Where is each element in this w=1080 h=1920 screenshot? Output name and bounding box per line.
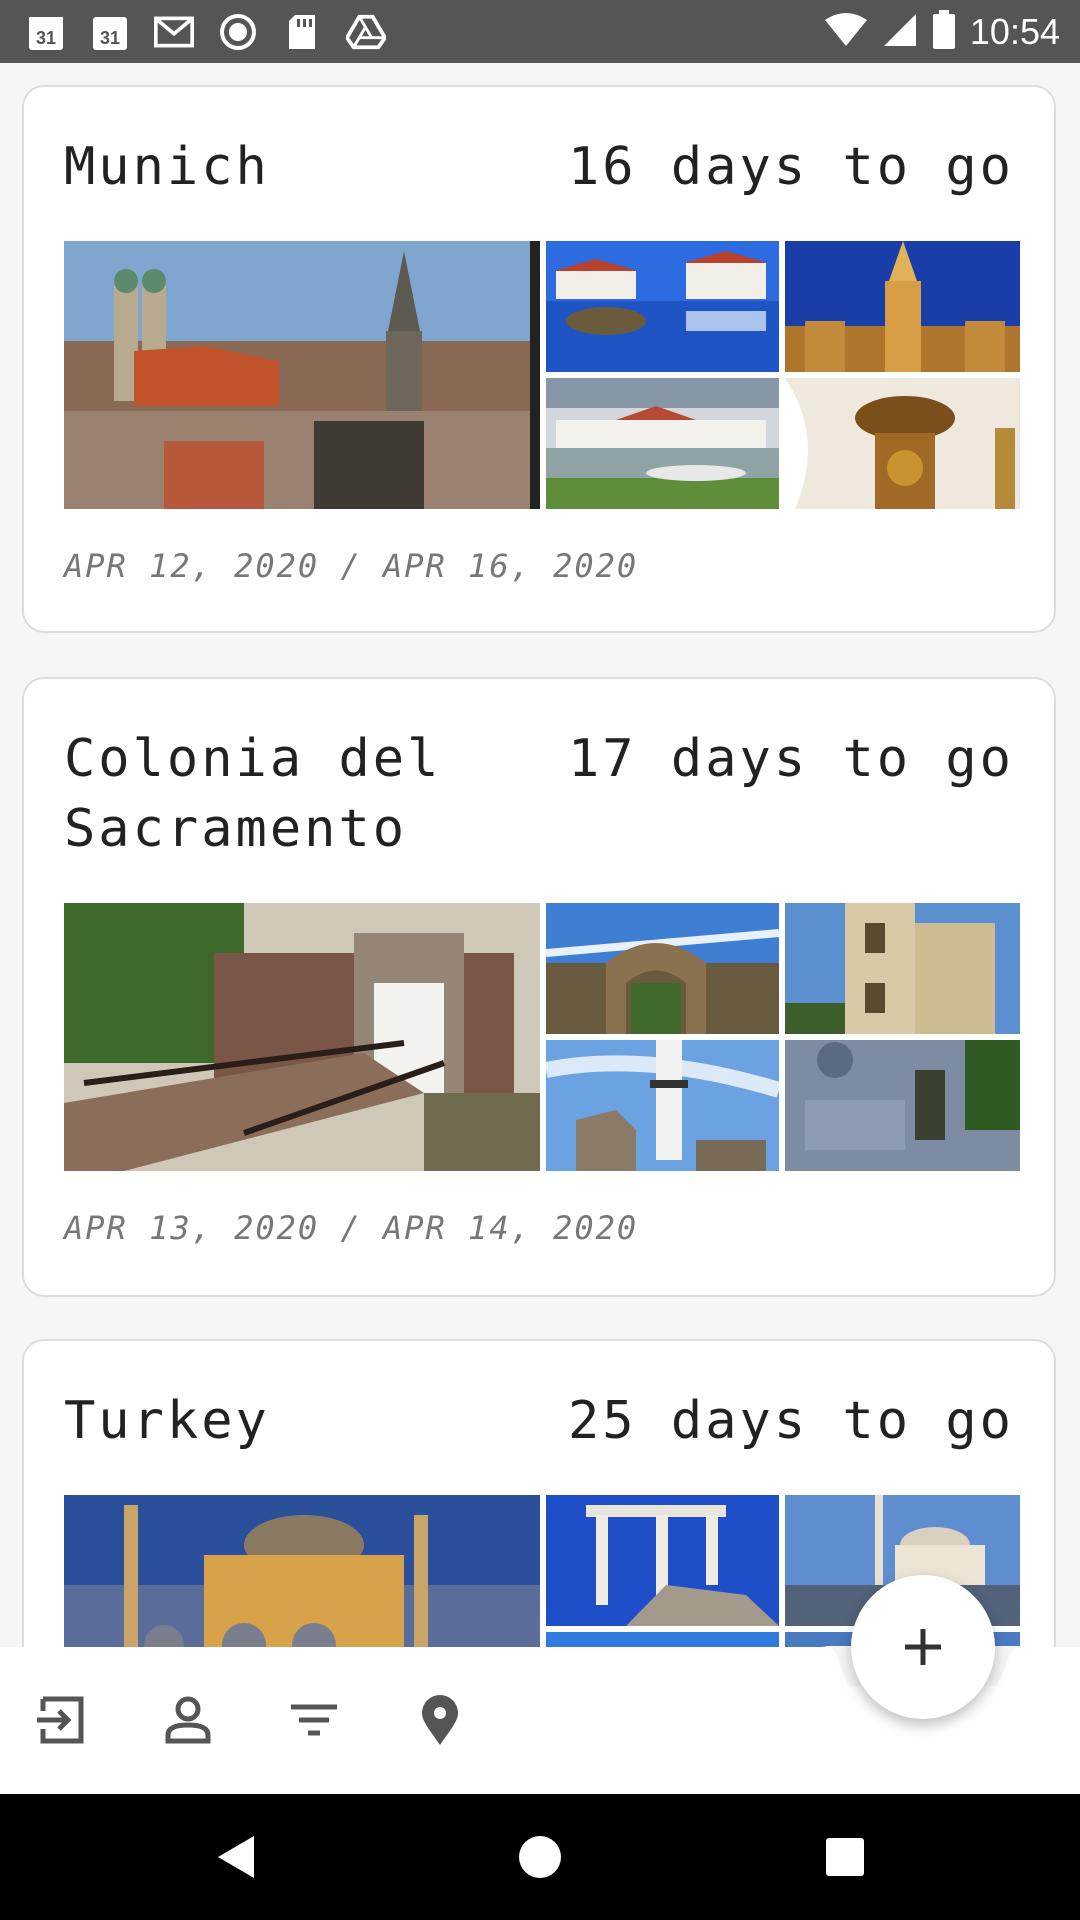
- clock: 10:54: [969, 11, 1060, 52]
- nav-back-button[interactable]: [200, 1822, 270, 1892]
- photo-stone-wall: [785, 1040, 1020, 1171]
- photo-palace-lake: [546, 241, 779, 372]
- photo-ruins-arch: [546, 903, 779, 1034]
- photo-munich-skyline: [64, 241, 540, 509]
- profile-button[interactable]: [156, 1688, 220, 1752]
- record-icon: [218, 12, 258, 52]
- trip-card[interactable]: Colonia del Sacramento 17 days to go APR…: [22, 677, 1056, 1297]
- filter-icon: [291, 1704, 337, 1736]
- photo-city-gate: [64, 903, 540, 1171]
- photo-church-pulpit: [785, 378, 1020, 509]
- trip-countdown: 16 days to go: [568, 137, 1014, 197]
- trip-card[interactable]: Munich 16 days to go APR 12, 2020 / APR …: [22, 85, 1056, 633]
- calendar-day-text: 31: [36, 28, 56, 48]
- photo-turkey-4: [546, 1632, 779, 1647]
- photo-ancient-columns: [546, 1495, 779, 1626]
- status-bar: 31 31 10:54: [0, 0, 1080, 63]
- battery-icon: [932, 10, 956, 54]
- system-nav-bar: [0, 1794, 1080, 1920]
- photo-mosaic: [64, 241, 1020, 509]
- trip-dates: APR 13, 2020 / APR 14, 2020: [64, 1209, 639, 1247]
- photo-mosaic: [64, 903, 1020, 1171]
- photo-town-hall-night: [785, 241, 1020, 372]
- photo-hagia-sophia: [64, 1495, 540, 1647]
- recents-icon: [826, 1838, 864, 1876]
- calendar-icon: 31: [90, 12, 130, 52]
- sd-card-icon: [282, 12, 322, 52]
- logout-icon: [37, 1696, 84, 1744]
- map-button[interactable]: [408, 1688, 472, 1752]
- calendar-day-text: 31: [100, 28, 120, 48]
- add-trip-button[interactable]: [851, 1575, 995, 1719]
- nav-recents-button[interactable]: [810, 1822, 880, 1892]
- photo-palace-cloudy: [546, 378, 779, 509]
- add-icon: [905, 1629, 941, 1665]
- back-icon: [218, 1836, 254, 1878]
- drive-icon: [346, 12, 386, 52]
- nav-home-button[interactable]: [505, 1822, 575, 1892]
- person-icon: [165, 1696, 211, 1744]
- trip-list[interactable]: Munich 16 days to go APR 12, 2020 / APR …: [0, 63, 1080, 1647]
- trip-countdown: 17 days to go: [568, 729, 1014, 789]
- trip-title: Colonia del Sacramento: [64, 729, 442, 859]
- trip-countdown: 25 days to go: [568, 1391, 1014, 1451]
- home-icon: [519, 1836, 561, 1878]
- filter-button[interactable]: [282, 1688, 346, 1752]
- wifi-icon: [824, 12, 868, 52]
- photo-church-tower: [785, 903, 1020, 1034]
- trip-dates: APR 12, 2020 / APR 16, 2020: [64, 547, 639, 585]
- trip-title: Turkey: [64, 1391, 270, 1451]
- signal-icon: [882, 12, 918, 52]
- logout-button[interactable]: [30, 1688, 94, 1752]
- gmail-icon: [154, 12, 194, 52]
- calendar-icon: 31: [26, 12, 66, 52]
- photo-lighthouse: [546, 1040, 779, 1171]
- location-pin-icon: [422, 1695, 458, 1745]
- trip-title: Munich: [64, 137, 270, 197]
